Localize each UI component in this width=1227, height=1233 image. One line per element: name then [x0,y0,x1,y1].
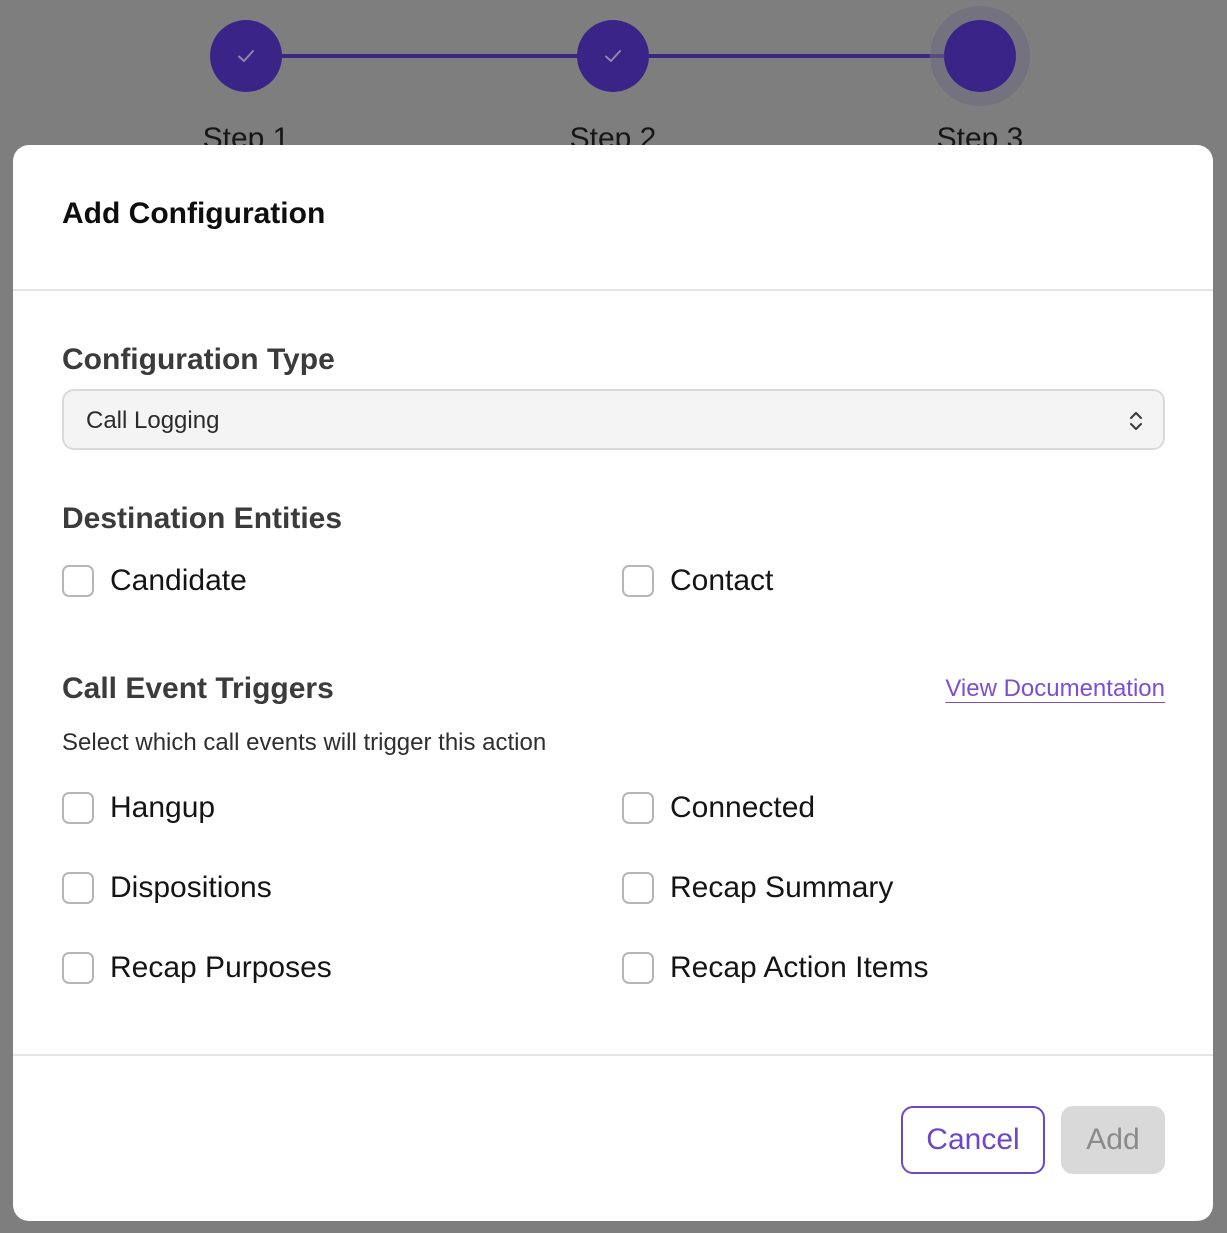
call-event-triggers-label: Call Event Triggers [62,672,334,705]
recap-summary-checkbox[interactable] [622,872,654,904]
hangup-checkbox-row[interactable]: Hangup [62,791,215,825]
dialog-title: Add Configuration [62,197,326,230]
connected-checkbox-row[interactable]: Connected [622,791,815,825]
contact-checkbox-row[interactable]: Contact [622,564,773,598]
stepper: Step 1 Step 2 Step 3 [0,0,1227,155]
add-configuration-dialog: Add Configuration Configuration Type Cal… [13,145,1213,1221]
recap-purposes-checkbox-row[interactable]: Recap Purposes [62,951,332,985]
step-connector [282,54,578,58]
add-button[interactable]: Add [1061,1106,1165,1174]
connected-label[interactable]: Connected [670,791,815,825]
configuration-type-value: Call Logging [86,407,220,434]
dispositions-checkbox-row[interactable]: Dispositions [62,871,272,905]
configuration-type-label: Configuration Type [62,343,335,376]
step-1-indicator[interactable] [210,20,282,92]
recap-summary-checkbox-row[interactable]: Recap Summary [622,871,893,905]
hangup-label[interactable]: Hangup [110,791,215,825]
cancel-button[interactable]: Cancel [901,1106,1045,1174]
check-icon [238,50,254,62]
contact-checkbox[interactable] [622,565,654,597]
check-icon [605,50,621,62]
dispositions-label[interactable]: Dispositions [110,871,272,905]
hangup-checkbox[interactable] [62,792,94,824]
connected-checkbox[interactable] [622,792,654,824]
recap-summary-label[interactable]: Recap Summary [670,871,893,905]
up-down-chevron-icon [1130,412,1142,430]
candidate-label[interactable]: Candidate [110,564,247,598]
destination-entities-label: Destination Entities [62,502,343,535]
recap-purposes-checkbox[interactable] [62,952,94,984]
dialog-header: Add Configuration [13,145,1213,291]
dialog-footer: Cancel Add [13,1054,1213,1221]
candidate-checkbox[interactable] [62,565,94,597]
recap-action-items-checkbox-row[interactable]: Recap Action Items [622,951,928,985]
triggers-helper-text: Select which call events will trigger th… [62,729,547,756]
step-connector [649,54,945,58]
candidate-checkbox-row[interactable]: Candidate [62,564,247,598]
recap-action-items-label[interactable]: Recap Action Items [670,951,928,985]
configuration-type-select[interactable]: Call Logging [62,389,1165,450]
recap-action-items-checkbox[interactable] [622,952,654,984]
dispositions-checkbox[interactable] [62,872,94,904]
step-3-indicator[interactable] [944,20,1016,92]
recap-purposes-label[interactable]: Recap Purposes [110,951,332,985]
contact-label[interactable]: Contact [670,564,773,598]
view-documentation-link[interactable]: View Documentation [945,675,1165,703]
step-2-indicator[interactable] [577,20,649,92]
